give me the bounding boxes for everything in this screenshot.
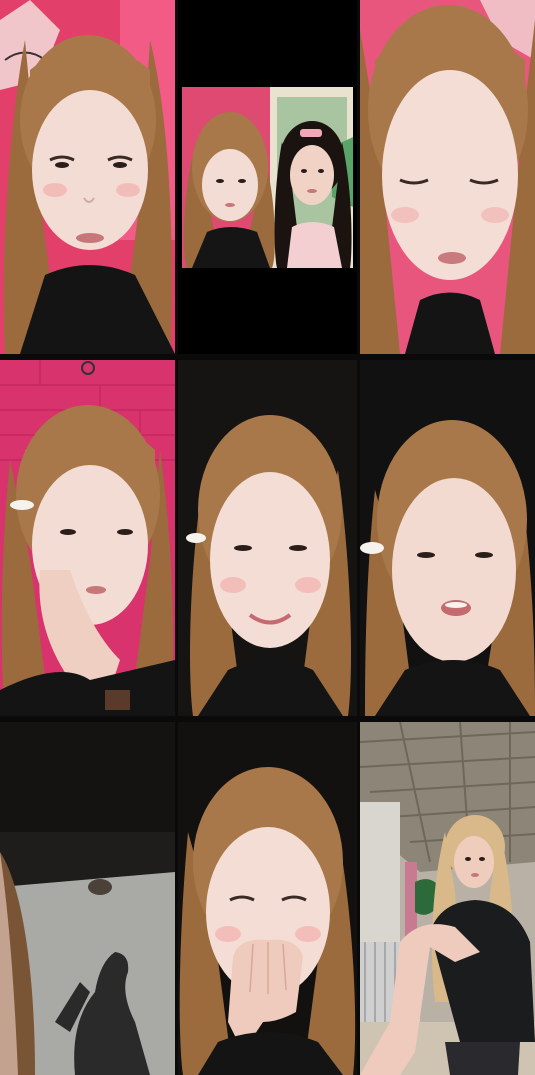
video-tile-9[interactable] <box>360 722 535 1075</box>
smiling-portrait-photo <box>178 360 357 716</box>
video-tile-3[interactable] <box>360 0 535 354</box>
video-tile-2[interactable] <box>178 0 357 354</box>
night-shadow-photo <box>0 722 175 1075</box>
video-grid <box>0 0 535 1075</box>
hand-on-cheek-photo <box>0 360 175 716</box>
outdoor-porch-photo <box>360 722 535 1075</box>
video-tile-1[interactable] <box>0 0 175 354</box>
two-person-photo <box>182 87 353 268</box>
video-tile-6[interactable] <box>360 360 535 716</box>
video-tile-4[interactable] <box>0 360 175 716</box>
talking-portrait-photo <box>360 360 535 716</box>
portrait-photo <box>0 0 175 354</box>
video-tile-7[interactable] <box>0 722 175 1075</box>
hand-over-mouth-photo <box>178 722 357 1075</box>
closeup-photo <box>360 0 535 354</box>
video-tile-8[interactable] <box>178 722 357 1075</box>
inset-video <box>182 87 353 268</box>
video-tile-5[interactable] <box>178 360 357 716</box>
